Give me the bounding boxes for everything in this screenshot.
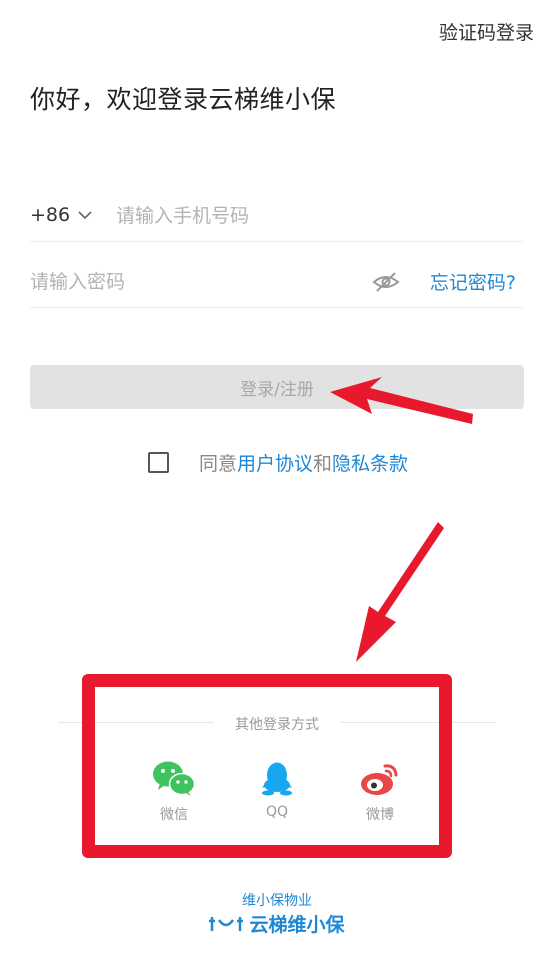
country-code-selector[interactable]: +86	[30, 204, 92, 226]
chevron-down-icon	[78, 210, 92, 219]
annotation-highlight-box	[82, 674, 452, 858]
eye-off-icon[interactable]	[372, 270, 400, 294]
login-register-button[interactable]: 登录/注册	[30, 365, 524, 409]
forgot-password-link[interactable]: 忘记密码?	[430, 268, 516, 295]
agreement-and: 和	[313, 453, 333, 475]
footer-brand-name: 云梯维小保	[249, 914, 345, 936]
annotation-arrow-other-login	[356, 522, 444, 662]
country-code-label: +86	[30, 204, 71, 226]
user-agreement-link[interactable]: 用户协议	[237, 449, 313, 476]
phone-input[interactable]	[116, 200, 506, 232]
page-title: 你好，欢迎登录云梯维小保	[30, 85, 337, 114]
password-row: 忘记密码?	[30, 256, 524, 308]
brand-logo-icon	[209, 916, 244, 931]
agreement-prefix: 同意	[199, 453, 238, 475]
footer-brand: 云梯维小保	[0, 910, 554, 937]
password-input[interactable]	[30, 266, 350, 298]
sms-code-login-link[interactable]: 验证码登录	[439, 18, 534, 45]
agreement-checkbox[interactable]	[148, 452, 169, 473]
footer-subtitle: 维小保物业	[242, 893, 312, 909]
privacy-policy-link[interactable]: 隐私条款	[332, 449, 408, 476]
agreement-row: 同意 用户协议 和 隐私条款	[148, 449, 408, 476]
phone-row: +86	[30, 190, 524, 242]
